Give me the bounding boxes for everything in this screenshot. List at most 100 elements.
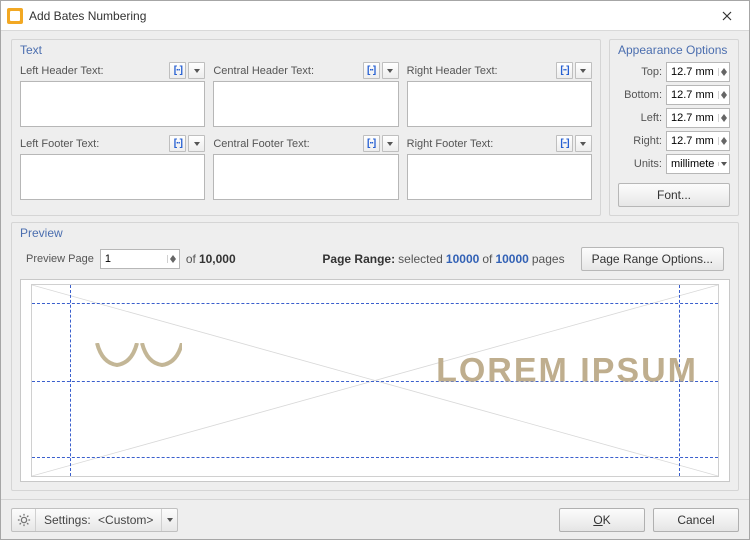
- margin-left-value[interactable]: [667, 112, 718, 124]
- appearance-label: Appearance Options: [618, 43, 727, 57]
- right-header-macro-button[interactable]: [∙∙]: [556, 62, 573, 79]
- left-footer-input[interactable]: [20, 154, 205, 200]
- top-row: Text Left Header Text: [∙∙]: [11, 39, 739, 216]
- central-footer-dropdown-button[interactable]: [382, 135, 399, 152]
- margin-top-value[interactable]: [667, 66, 718, 78]
- chevron-down-icon: [580, 69, 586, 73]
- spin-down-icon[interactable]: [721, 95, 727, 99]
- left-header-input[interactable]: [20, 81, 205, 127]
- margin-top-label: Top:: [618, 66, 662, 78]
- preview-page: LOREM IPSUM: [31, 284, 719, 477]
- chevron-down-icon: [721, 162, 727, 166]
- preview-controls: Preview Page of 10,000 Page Range: selec…: [20, 245, 730, 279]
- preview-group: Preview Preview Page of 10,000 Page Rang…: [11, 222, 739, 491]
- margin-bottom-value[interactable]: [667, 89, 718, 101]
- macro-icon: [∙∙]: [367, 65, 375, 76]
- margin-left-label: Left:: [618, 112, 662, 124]
- central-footer-input[interactable]: [213, 154, 398, 200]
- preview-page-input[interactable]: [100, 249, 180, 269]
- sample-graphic: [92, 343, 182, 369]
- central-header-macro-button[interactable]: [∙∙]: [363, 62, 380, 79]
- cancel-button[interactable]: Cancel: [653, 508, 739, 532]
- app-icon: [7, 8, 23, 24]
- right-footer-label: Right Footer Text:: [407, 138, 494, 150]
- right-header-field: Right Header Text: [∙∙]: [407, 62, 592, 127]
- page-range-text: Page Range: selected 10000 of 10000 page…: [322, 252, 564, 266]
- text-fields-grid: Left Header Text: [∙∙] Central Header Te…: [20, 62, 592, 200]
- left-header-field: Left Header Text: [∙∙]: [20, 62, 205, 127]
- central-footer-field: Central Footer Text: [∙∙]: [213, 135, 398, 200]
- macro-icon: [∙∙]: [367, 138, 375, 149]
- spin-down-icon[interactable]: [721, 141, 727, 145]
- margin-left-input[interactable]: [666, 108, 730, 128]
- spin-down-icon[interactable]: [721, 118, 727, 122]
- right-footer-dropdown-button[interactable]: [575, 135, 592, 152]
- dialog-body: Text Left Header Text: [∙∙]: [1, 31, 749, 499]
- close-button[interactable]: [704, 1, 749, 30]
- margin-bottom-input[interactable]: [666, 85, 730, 105]
- preview-page-value[interactable]: [101, 253, 167, 265]
- chevron-down-icon: [387, 142, 393, 146]
- close-icon: [722, 11, 732, 21]
- units-value[interactable]: [667, 158, 718, 170]
- preview-page-label: Preview Page: [26, 253, 94, 265]
- preview-of-label: of 10,000: [186, 252, 236, 266]
- left-footer-label: Left Footer Text:: [20, 138, 99, 150]
- right-header-label: Right Header Text:: [407, 65, 498, 77]
- text-group: Text Left Header Text: [∙∙]: [11, 39, 601, 216]
- central-footer-macro-button[interactable]: [∙∙]: [363, 135, 380, 152]
- left-header-label: Left Header Text:: [20, 65, 104, 77]
- macro-icon: [∙∙]: [174, 65, 182, 76]
- central-header-label: Central Header Text:: [213, 65, 314, 77]
- guide-left: [70, 285, 71, 476]
- spin-down-icon[interactable]: [721, 72, 727, 76]
- right-header-dropdown-button[interactable]: [575, 62, 592, 79]
- guide-bottom: [32, 457, 718, 458]
- left-header-dropdown-button[interactable]: [188, 62, 205, 79]
- ok-button[interactable]: OK: [559, 508, 645, 532]
- left-header-macro-button[interactable]: [∙∙]: [169, 62, 186, 79]
- chevron-down-icon: [580, 142, 586, 146]
- page-range-options-button[interactable]: Page Range Options...: [581, 247, 724, 271]
- margin-bottom-label: Bottom:: [618, 89, 662, 101]
- central-header-field: Central Header Text: [∙∙]: [213, 62, 398, 127]
- units-label: Units:: [618, 158, 662, 170]
- text-group-label: Text: [20, 43, 42, 57]
- right-footer-input[interactable]: [407, 154, 592, 200]
- chevron-down-icon: [387, 69, 393, 73]
- chevron-down-icon: [167, 518, 173, 522]
- chevron-down-icon: [194, 142, 200, 146]
- preview-placeholder-text: LOREM IPSUM: [436, 351, 698, 390]
- central-header-dropdown-button[interactable]: [382, 62, 399, 79]
- chevron-down-icon: [194, 69, 200, 73]
- margin-right-value[interactable]: [667, 135, 718, 147]
- left-footer-macro-button[interactable]: [∙∙]: [169, 135, 186, 152]
- macro-icon: [∙∙]: [560, 65, 568, 76]
- left-footer-field: Left Footer Text: [∙∙]: [20, 135, 205, 200]
- font-button[interactable]: Font...: [618, 183, 730, 207]
- preview-canvas: LOREM IPSUM: [20, 279, 730, 482]
- macro-icon: [∙∙]: [560, 138, 568, 149]
- right-footer-macro-button[interactable]: [∙∙]: [556, 135, 573, 152]
- right-footer-field: Right Footer Text: [∙∙]: [407, 135, 592, 200]
- macro-icon: [∙∙]: [174, 138, 182, 149]
- dialog-window: Add Bates Numbering Text Left Header Tex…: [0, 0, 750, 540]
- margin-top-input[interactable]: [666, 62, 730, 82]
- settings-text: Settings: <Custom>: [36, 513, 161, 527]
- central-header-input[interactable]: [213, 81, 398, 127]
- right-header-input[interactable]: [407, 81, 592, 127]
- central-footer-label: Central Footer Text:: [213, 138, 309, 150]
- left-footer-dropdown-button[interactable]: [188, 135, 205, 152]
- settings-dropdown[interactable]: Settings: <Custom>: [11, 508, 178, 532]
- window-title: Add Bates Numbering: [29, 9, 704, 23]
- units-select[interactable]: [666, 154, 730, 174]
- preview-label: Preview: [20, 226, 63, 240]
- gear-icon: [17, 513, 31, 527]
- appearance-group: Appearance Options Top: Bottom:: [609, 39, 739, 216]
- margin-right-input[interactable]: [666, 131, 730, 151]
- spin-down-icon[interactable]: [170, 259, 176, 263]
- margin-right-label: Right:: [618, 135, 662, 147]
- titlebar: Add Bates Numbering: [1, 1, 749, 31]
- guide-top: [32, 303, 718, 304]
- dialog-footer: Settings: <Custom> OK Cancel: [1, 499, 749, 539]
